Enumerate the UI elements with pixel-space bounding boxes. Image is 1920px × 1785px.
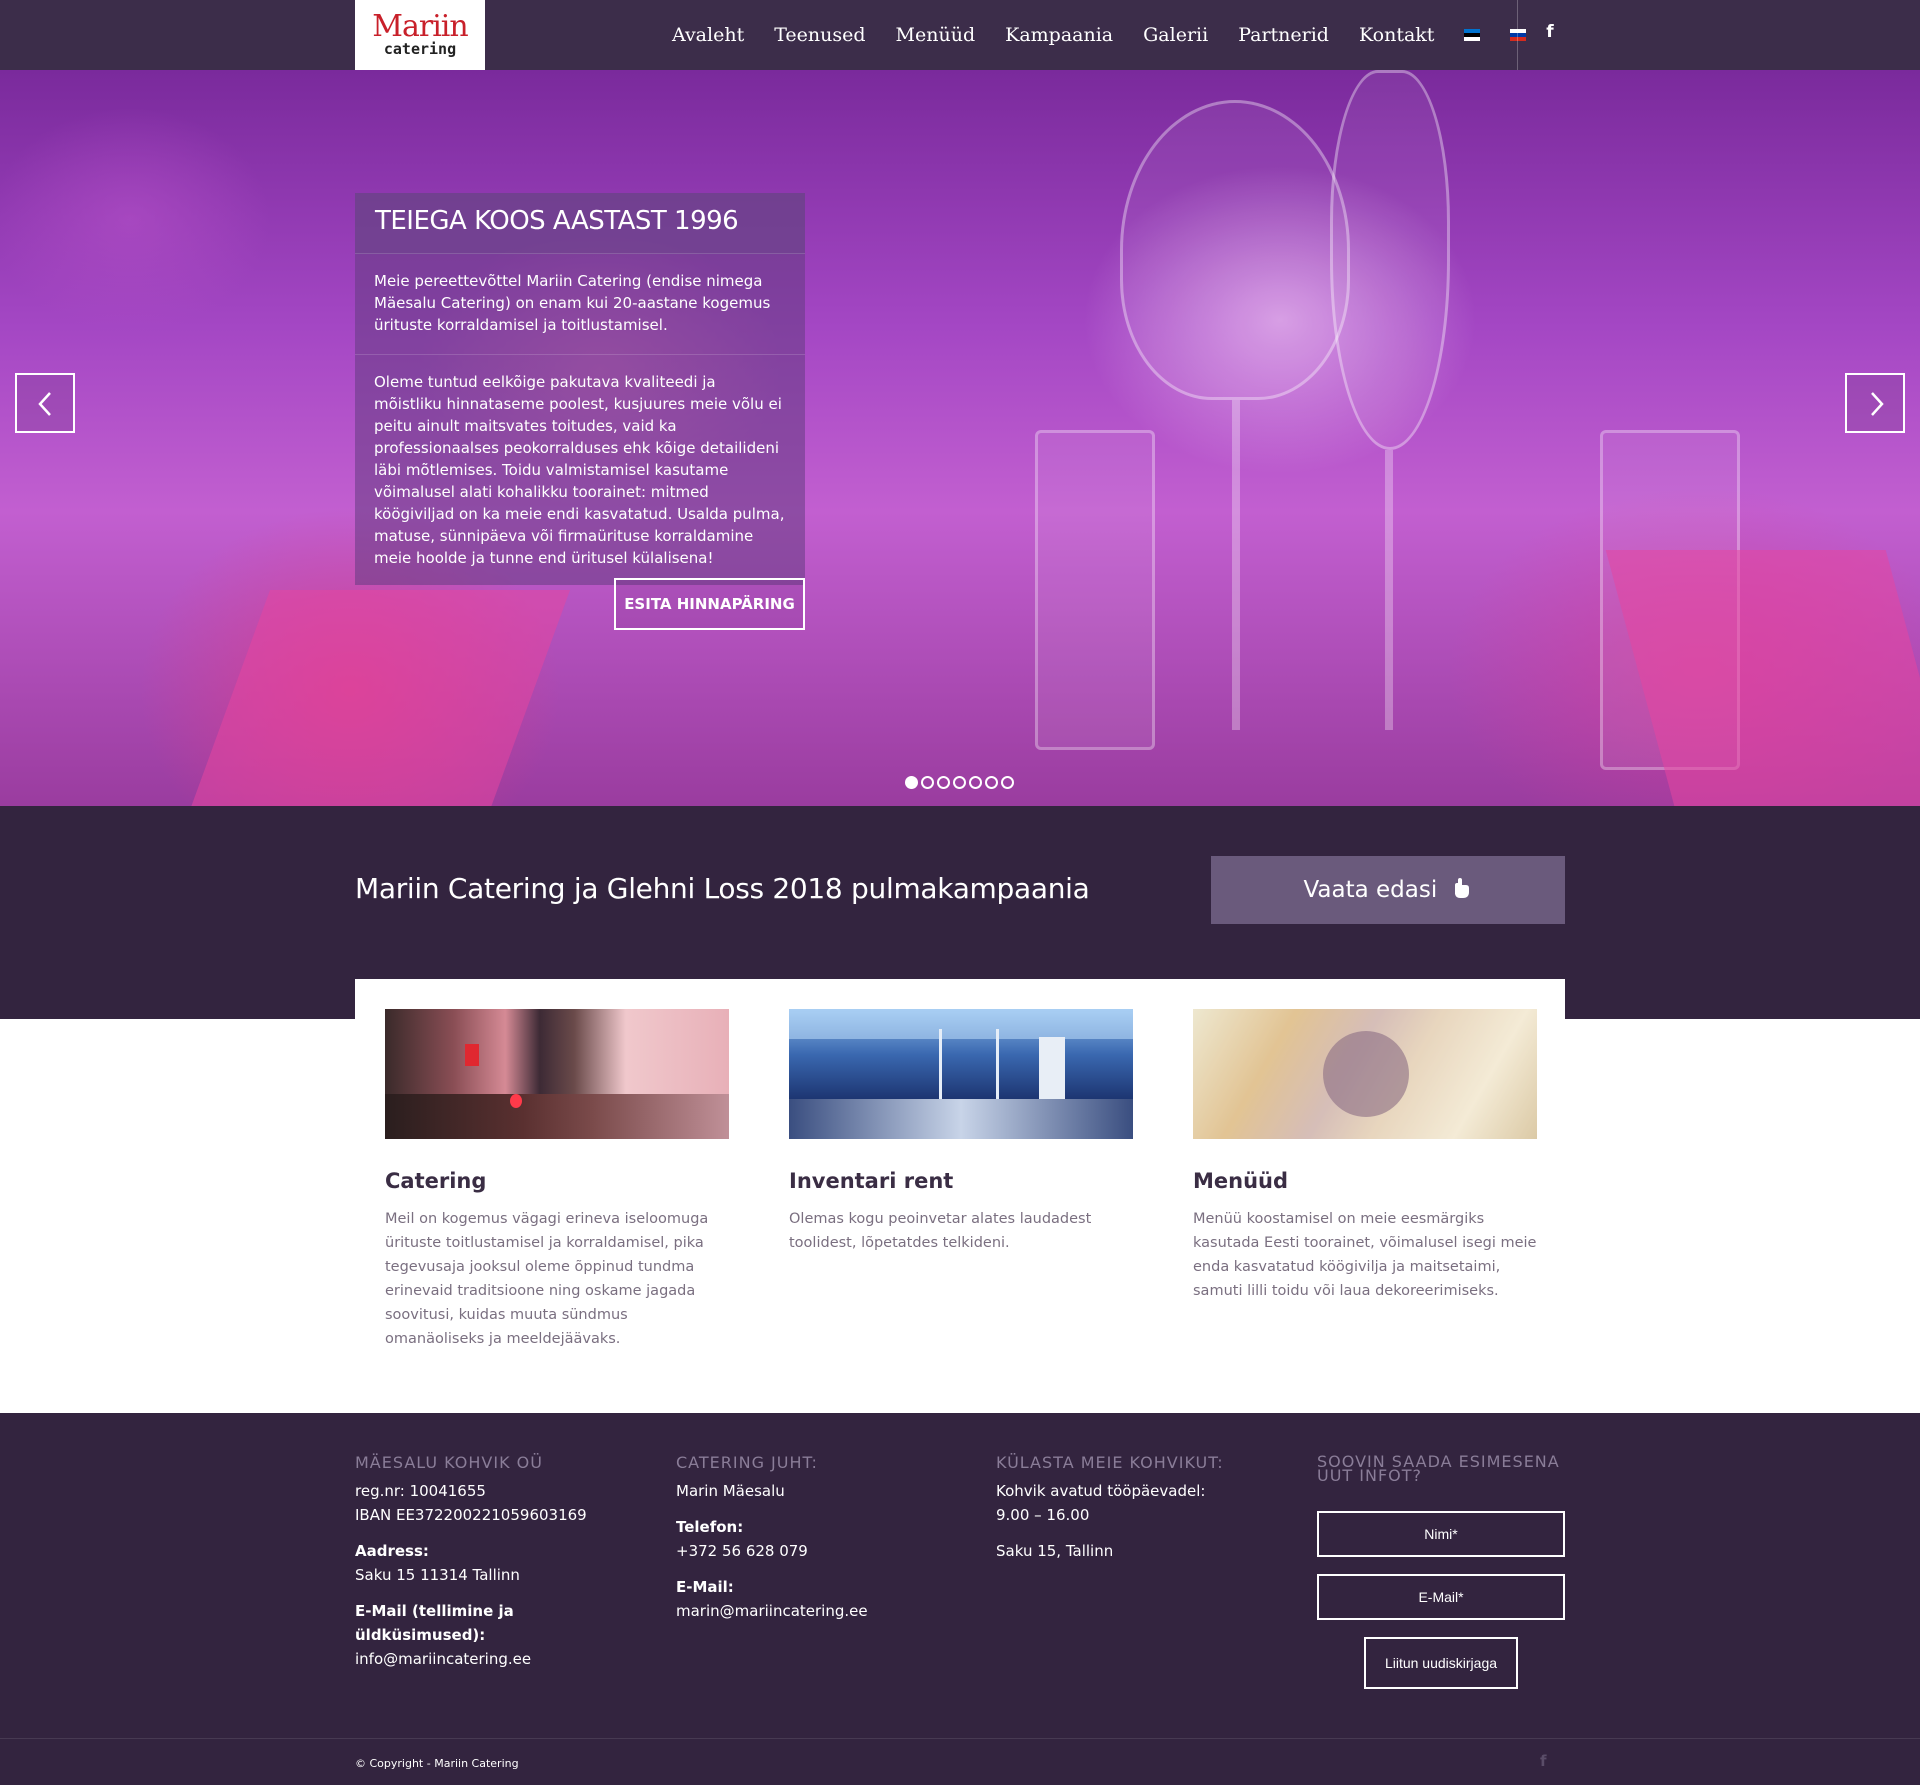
hero-paragraph-2: Oleme tuntud eelkõige pakutava kvaliteed… xyxy=(374,373,785,567)
hand-pointer-icon xyxy=(1454,878,1469,898)
footer-company-column: MÄESALU KOHVIK OÜ reg.nr: 10041655 IBAN … xyxy=(355,1455,625,1671)
site-header: Mariin catering Avaleht Teenused Menüüd … xyxy=(0,0,1920,70)
footer-newsletter-column: SOOVIN SAADA ESIMESENA UUT INFOT? Liitun… xyxy=(1317,1454,1565,1689)
service-title-inventari-rent: Inventari rent xyxy=(789,1169,954,1193)
footer-manager-email-label: E-Mail: xyxy=(676,1578,734,1596)
footer-manager-column: CATERING JUHT: Marin Mäesalu Telefon: +3… xyxy=(676,1455,946,1623)
footer-iban: IBAN EE372200221059603169 xyxy=(355,1506,587,1524)
nav-item-kampaania[interactable]: Kampaania xyxy=(1005,24,1113,46)
slider-dot-1[interactable] xyxy=(905,776,918,789)
service-title-menuud: Menüüd xyxy=(1193,1169,1289,1193)
footer-phone-label: Telefon: xyxy=(676,1518,744,1536)
menus-image[interactable] xyxy=(1193,1009,1537,1139)
footer-reg-number: reg.nr: 10041655 xyxy=(355,1482,486,1500)
napkin-decoration xyxy=(189,590,571,806)
logo-main-text: Mariin xyxy=(372,9,468,44)
glass-stem-decoration xyxy=(1232,400,1240,730)
view-more-label: Vaata edasi xyxy=(1303,877,1438,903)
footer-address-label: Aadress: xyxy=(355,1542,429,1560)
newsletter-name-field[interactable] xyxy=(1317,1511,1565,1557)
site-footer: MÄESALU KOHVIK OÜ reg.nr: 10041655 IBAN … xyxy=(0,1413,1920,1785)
header-divider xyxy=(1517,0,1518,70)
footer-email-link[interactable]: info@mariincatering.ee xyxy=(355,1647,625,1671)
footer-hours-label: Kohvik avatud tööpäevadel: xyxy=(996,1482,1206,1500)
logo-sub-text: catering xyxy=(383,40,457,58)
request-quote-button[interactable]: ESITA HINNAPÄRING xyxy=(614,578,805,630)
slider-prev-button[interactable] xyxy=(15,373,75,433)
catering-image[interactable] xyxy=(385,1009,729,1139)
hero-title: TEIEGA KOOS AASTAST 1996 xyxy=(355,193,805,254)
footer-company-heading: MÄESALU KOHVIK OÜ xyxy=(355,1453,543,1472)
footer-phone[interactable]: +372 56 628 079 xyxy=(676,1539,946,1563)
chevron-left-icon xyxy=(38,392,51,416)
service-text-menuud: Menüü koostamisel on meie eesmärgiks kas… xyxy=(1193,1211,1537,1299)
service-text-inventari-rent: Olemas kogu peoinvetar alates laudadest … xyxy=(789,1211,1092,1251)
view-more-button[interactable]: Vaata edasi xyxy=(1211,856,1565,924)
nav-item-kontakt[interactable]: Kontakt xyxy=(1359,24,1434,46)
slider-dot-7[interactable] xyxy=(1001,776,1014,789)
campaign-title: Mariin Catering ja Glehni Loss 2018 pulm… xyxy=(355,872,1090,905)
russian-flag-icon[interactable] xyxy=(1510,29,1527,41)
service-card-menuud: Menüüd Menüü koostamisel on meie eesmärg… xyxy=(1193,1009,1538,1303)
footer-cafe-address: Saku 15, Tallinn xyxy=(996,1542,1114,1560)
footer-address: Saku 15 11314 Tallinn xyxy=(355,1566,520,1584)
copyright-text: © Copyright - Mariin Catering xyxy=(355,1757,519,1770)
footer-cafe-column: KÜLASTA MEIE KOHVIKUT: Kohvik avatud töö… xyxy=(996,1455,1266,1563)
slider-dot-2[interactable] xyxy=(921,776,934,789)
nav-item-avaleht[interactable]: Avaleht xyxy=(672,24,744,46)
slider-dot-6[interactable] xyxy=(985,776,998,789)
flute-stem-decoration xyxy=(1385,450,1393,730)
footer-email-label: E-Mail (tellimine ja üldküsimused): xyxy=(355,1602,514,1644)
slider-next-button[interactable] xyxy=(1845,373,1905,433)
footer-manager-name: Marin Mäesalu xyxy=(676,1482,785,1500)
footer-manager-email-link[interactable]: marin@mariincatering.ee xyxy=(676,1599,946,1623)
main-nav: Avaleht Teenused Menüüd Kampaania Galeri… xyxy=(672,0,1556,70)
service-title-catering: Catering xyxy=(385,1169,487,1193)
footer-hours: 9.00 – 16.00 xyxy=(996,1506,1090,1524)
site-logo[interactable]: Mariin catering xyxy=(355,0,485,70)
nav-item-partnerid[interactable]: Partnerid xyxy=(1238,24,1329,46)
newsletter-submit-button[interactable]: Liitun uudiskirjaga xyxy=(1364,1637,1518,1689)
slider-dot-4[interactable] xyxy=(953,776,966,789)
flute-glass-decoration xyxy=(1330,70,1450,450)
nav-item-galerii[interactable]: Galerii xyxy=(1143,24,1208,46)
slider-dot-5[interactable] xyxy=(969,776,982,789)
nav-item-menuud[interactable]: Menüüd xyxy=(896,24,976,46)
slider-dot-3[interactable] xyxy=(937,776,950,789)
service-text-catering: Meil on kogemus vägagi erineva iseloomug… xyxy=(385,1211,709,1347)
nav-item-teenused[interactable]: Teenused xyxy=(774,24,865,46)
footer-facebook-icon[interactable]: f xyxy=(1540,1752,1547,1770)
wine-glass-decoration xyxy=(1120,100,1350,400)
estonian-flag-icon[interactable] xyxy=(1464,29,1481,41)
chevron-right-icon xyxy=(1871,392,1884,416)
newsletter-email-field[interactable] xyxy=(1317,1574,1565,1620)
footer-newsletter-heading-line2: UUT INFOT? xyxy=(1317,1466,1423,1485)
hero-slider: TEIEGA KOOS AASTAST 1996 Meie pereettevõ… xyxy=(0,70,1920,806)
facebook-icon[interactable]: f xyxy=(1540,22,1560,48)
hero-paragraph-1: Meie pereettevõttel Mariin Catering (end… xyxy=(355,254,805,355)
footer-divider xyxy=(0,1738,1920,1739)
footer-manager-heading: CATERING JUHT: xyxy=(676,1453,818,1472)
inventory-rent-image[interactable] xyxy=(789,1009,1133,1139)
services-section: Catering Meil on kogemus vägagi erineva … xyxy=(355,979,1565,1413)
service-card-catering: Catering Meil on kogemus vägagi erineva … xyxy=(385,1009,730,1351)
hero-text-box: TEIEGA KOOS AASTAST 1996 Meie pereettevõ… xyxy=(355,193,805,585)
footer-cafe-heading: KÜLASTA MEIE KOHVIKUT: xyxy=(996,1453,1224,1472)
footer-newsletter-heading: SOOVIN SAADA ESIMESENA UUT INFOT? xyxy=(1317,1454,1565,1485)
service-card-inventari-rent: Inventari rent Olemas kogu peoinvetar al… xyxy=(789,1009,1134,1255)
slider-dots xyxy=(905,776,1017,789)
tumbler-glass-decoration xyxy=(1035,430,1155,750)
